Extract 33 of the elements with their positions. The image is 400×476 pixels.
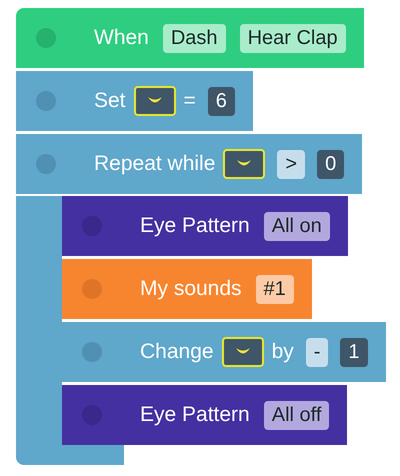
connector-dot	[82, 342, 102, 362]
block-label: Eye Pattern	[140, 214, 250, 238]
block-label: Eye Pattern	[140, 403, 250, 427]
option-dropdown[interactable]: All off	[264, 400, 330, 430]
variable-selector[interactable]	[134, 86, 176, 116]
option-dropdown[interactable]: Hear Clap	[240, 24, 346, 52]
block-label: Change	[140, 340, 214, 364]
variable-selector[interactable]	[223, 149, 266, 179]
code-block[interactable]: Repeat while > 0	[16, 134, 362, 194]
block-label: When	[94, 26, 149, 50]
code-block[interactable]: My sounds #1	[62, 259, 312, 319]
option-dropdown[interactable]: #1	[256, 274, 294, 304]
connector-dot	[36, 91, 56, 111]
operator-dropdown[interactable]: -	[306, 338, 328, 366]
code-block[interactable]: Set = 6	[16, 71, 253, 131]
block-label: by	[272, 340, 294, 364]
block-label: Set	[94, 89, 126, 113]
code-block[interactable]: When Dash Hear Clap	[16, 8, 364, 68]
variable-selector[interactable]	[222, 337, 264, 367]
number-field[interactable]: 6	[208, 86, 235, 116]
block-label: My sounds	[140, 277, 242, 301]
operator-dropdown[interactable]: >	[277, 150, 306, 178]
number-field[interactable]: 1	[340, 338, 368, 366]
connector-dot	[36, 154, 56, 174]
block-label: =	[184, 89, 196, 113]
option-dropdown[interactable]: Dash	[162, 24, 226, 52]
code-block[interactable]: Eye Pattern All on	[62, 196, 348, 256]
code-block[interactable]: Eye Pattern All off	[62, 385, 348, 445]
number-field[interactable]: 0	[317, 150, 344, 178]
connector-dot	[36, 28, 56, 48]
option-dropdown[interactable]: All on	[264, 212, 330, 240]
block-label: Repeat while	[94, 152, 216, 176]
code-block[interactable]: Change by - 1	[62, 322, 386, 382]
